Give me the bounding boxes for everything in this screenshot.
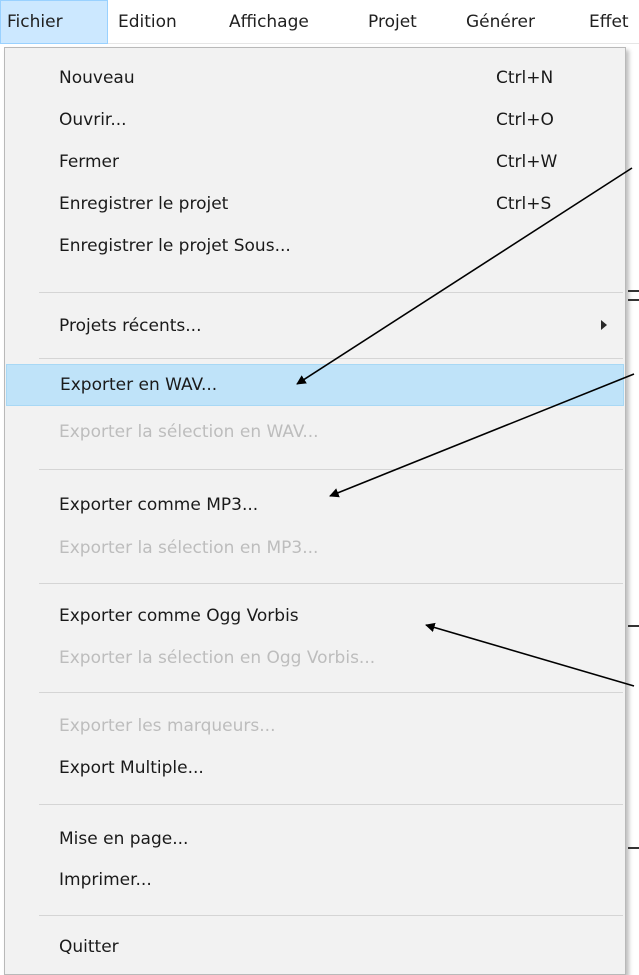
menu-separator bbox=[39, 692, 623, 693]
menu-item-projets-recents[interactable]: Projets récents... bbox=[6, 306, 624, 346]
menu-item-enregistrer-sous[interactable]: Enregistrer le projet Sous... bbox=[6, 226, 624, 266]
menu-item-imprimer[interactable]: Imprimer... bbox=[6, 860, 624, 900]
menu-item-label: Exporter la sélection en Ogg Vorbis... bbox=[59, 648, 376, 668]
menu-item-exporter-marqueurs: Exporter les marqueurs... bbox=[6, 706, 624, 746]
menu-item-label: Exporter en WAV... bbox=[60, 375, 218, 395]
menu-item-export-multiple[interactable]: Export Multiple... bbox=[6, 748, 624, 788]
menu-item-exporter-mp3[interactable]: Exporter comme MP3... bbox=[6, 485, 624, 525]
menubar-generer[interactable]: Générer bbox=[460, 0, 541, 44]
menubar-edition[interactable]: Edition bbox=[112, 0, 183, 44]
menu-item-exporter-selection-mp3: Exporter la sélection en MP3... bbox=[6, 528, 624, 568]
menubar-fichier[interactable]: Fichier bbox=[0, 0, 108, 44]
background-window-edge bbox=[628, 847, 639, 849]
menu-separator bbox=[39, 583, 623, 584]
menu-item-label: Quitter bbox=[59, 937, 119, 957]
menu-item-label: Projets récents... bbox=[59, 316, 202, 336]
app-window: Fichier Edition Affichage Projet Générer… bbox=[0, 0, 639, 975]
menu-separator bbox=[39, 469, 623, 470]
menu-item-label: Exporter la sélection en MP3... bbox=[59, 538, 319, 558]
menu-item-label: Export Multiple... bbox=[59, 758, 204, 778]
menu-item-enregistrer[interactable]: Enregistrer le projet Ctrl+S bbox=[6, 184, 624, 224]
background-window-edge bbox=[628, 290, 639, 292]
menubar-projet[interactable]: Projet bbox=[362, 0, 423, 44]
menu-item-label: Ouvrir... bbox=[59, 110, 127, 130]
menu-item-fermer[interactable]: Fermer Ctrl+W bbox=[6, 142, 624, 182]
file-dropdown-menu: Nouveau Ctrl+N Ouvrir... Ctrl+O Fermer C… bbox=[4, 47, 626, 975]
menu-separator bbox=[39, 915, 623, 916]
chevron-right-icon bbox=[601, 320, 607, 330]
menu-separator bbox=[39, 358, 623, 359]
menu-item-shortcut: Ctrl+W bbox=[496, 152, 558, 172]
menu-item-exporter-wav[interactable]: Exporter en WAV... bbox=[6, 364, 624, 406]
menu-item-label: Fermer bbox=[59, 152, 120, 172]
menu-item-label: Imprimer... bbox=[59, 870, 152, 890]
background-window-edge bbox=[628, 625, 639, 627]
menu-item-label: Exporter la sélection en WAV... bbox=[59, 422, 319, 442]
menu-item-nouveau[interactable]: Nouveau Ctrl+N bbox=[6, 58, 624, 98]
menu-item-exporter-selection-ogg: Exporter la sélection en Ogg Vorbis... bbox=[6, 638, 624, 678]
menu-item-quitter[interactable]: Quitter bbox=[6, 927, 624, 967]
menu-item-label: Mise en page... bbox=[59, 829, 189, 849]
menu-item-ouvrir[interactable]: Ouvrir... Ctrl+O bbox=[6, 100, 624, 140]
menu-item-shortcut: Ctrl+N bbox=[496, 68, 554, 88]
menu-separator bbox=[39, 292, 623, 293]
background-window-edge bbox=[628, 299, 639, 301]
menu-item-label: Exporter comme Ogg Vorbis bbox=[59, 606, 299, 626]
menu-item-label: Enregistrer le projet Sous... bbox=[59, 236, 291, 256]
menu-item-exporter-selection-wav: Exporter la sélection en WAV... bbox=[6, 412, 624, 452]
menubar-affichage[interactable]: Affichage bbox=[223, 0, 315, 44]
menu-item-exporter-ogg[interactable]: Exporter comme Ogg Vorbis bbox=[6, 596, 624, 636]
menu-item-mise-en-page[interactable]: Mise en page... bbox=[6, 819, 624, 859]
menu-item-label: Exporter comme MP3... bbox=[59, 495, 259, 515]
menu-bar: Fichier Edition Affichage Projet Générer… bbox=[0, 0, 639, 44]
menubar-effet[interactable]: Effet bbox=[583, 0, 635, 44]
menu-item-shortcut: Ctrl+O bbox=[496, 110, 554, 130]
menu-separator bbox=[39, 804, 623, 805]
menu-item-label: Exporter les marqueurs... bbox=[59, 716, 276, 736]
menu-item-label: Enregistrer le projet bbox=[59, 194, 229, 214]
menu-item-label: Nouveau bbox=[59, 68, 135, 88]
menu-item-shortcut: Ctrl+S bbox=[496, 194, 552, 214]
